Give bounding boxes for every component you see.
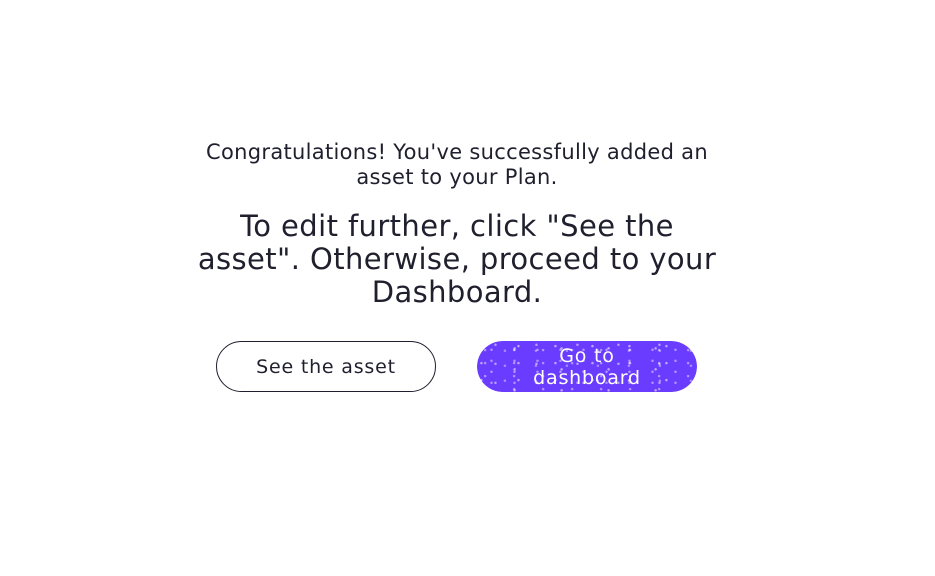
see-asset-button-label: See the asset [256, 355, 396, 378]
next-step-instruction: To edit further, click "See the asset". … [197, 209, 717, 309]
see-asset-button[interactable]: See the asset [216, 341, 436, 392]
go-to-dashboard-button[interactable]: Go to dashboard [477, 341, 697, 392]
success-headline: Congratulations! You've successfully add… [206, 140, 708, 189]
confirmation-message: Congratulations! You've successfully add… [187, 140, 727, 309]
action-buttons: See the asset Go to dashboard [216, 341, 697, 392]
go-to-dashboard-button-label: Go to dashboard [533, 344, 641, 389]
confirmation-page: Congratulations! You've successfully add… [0, 0, 935, 576]
